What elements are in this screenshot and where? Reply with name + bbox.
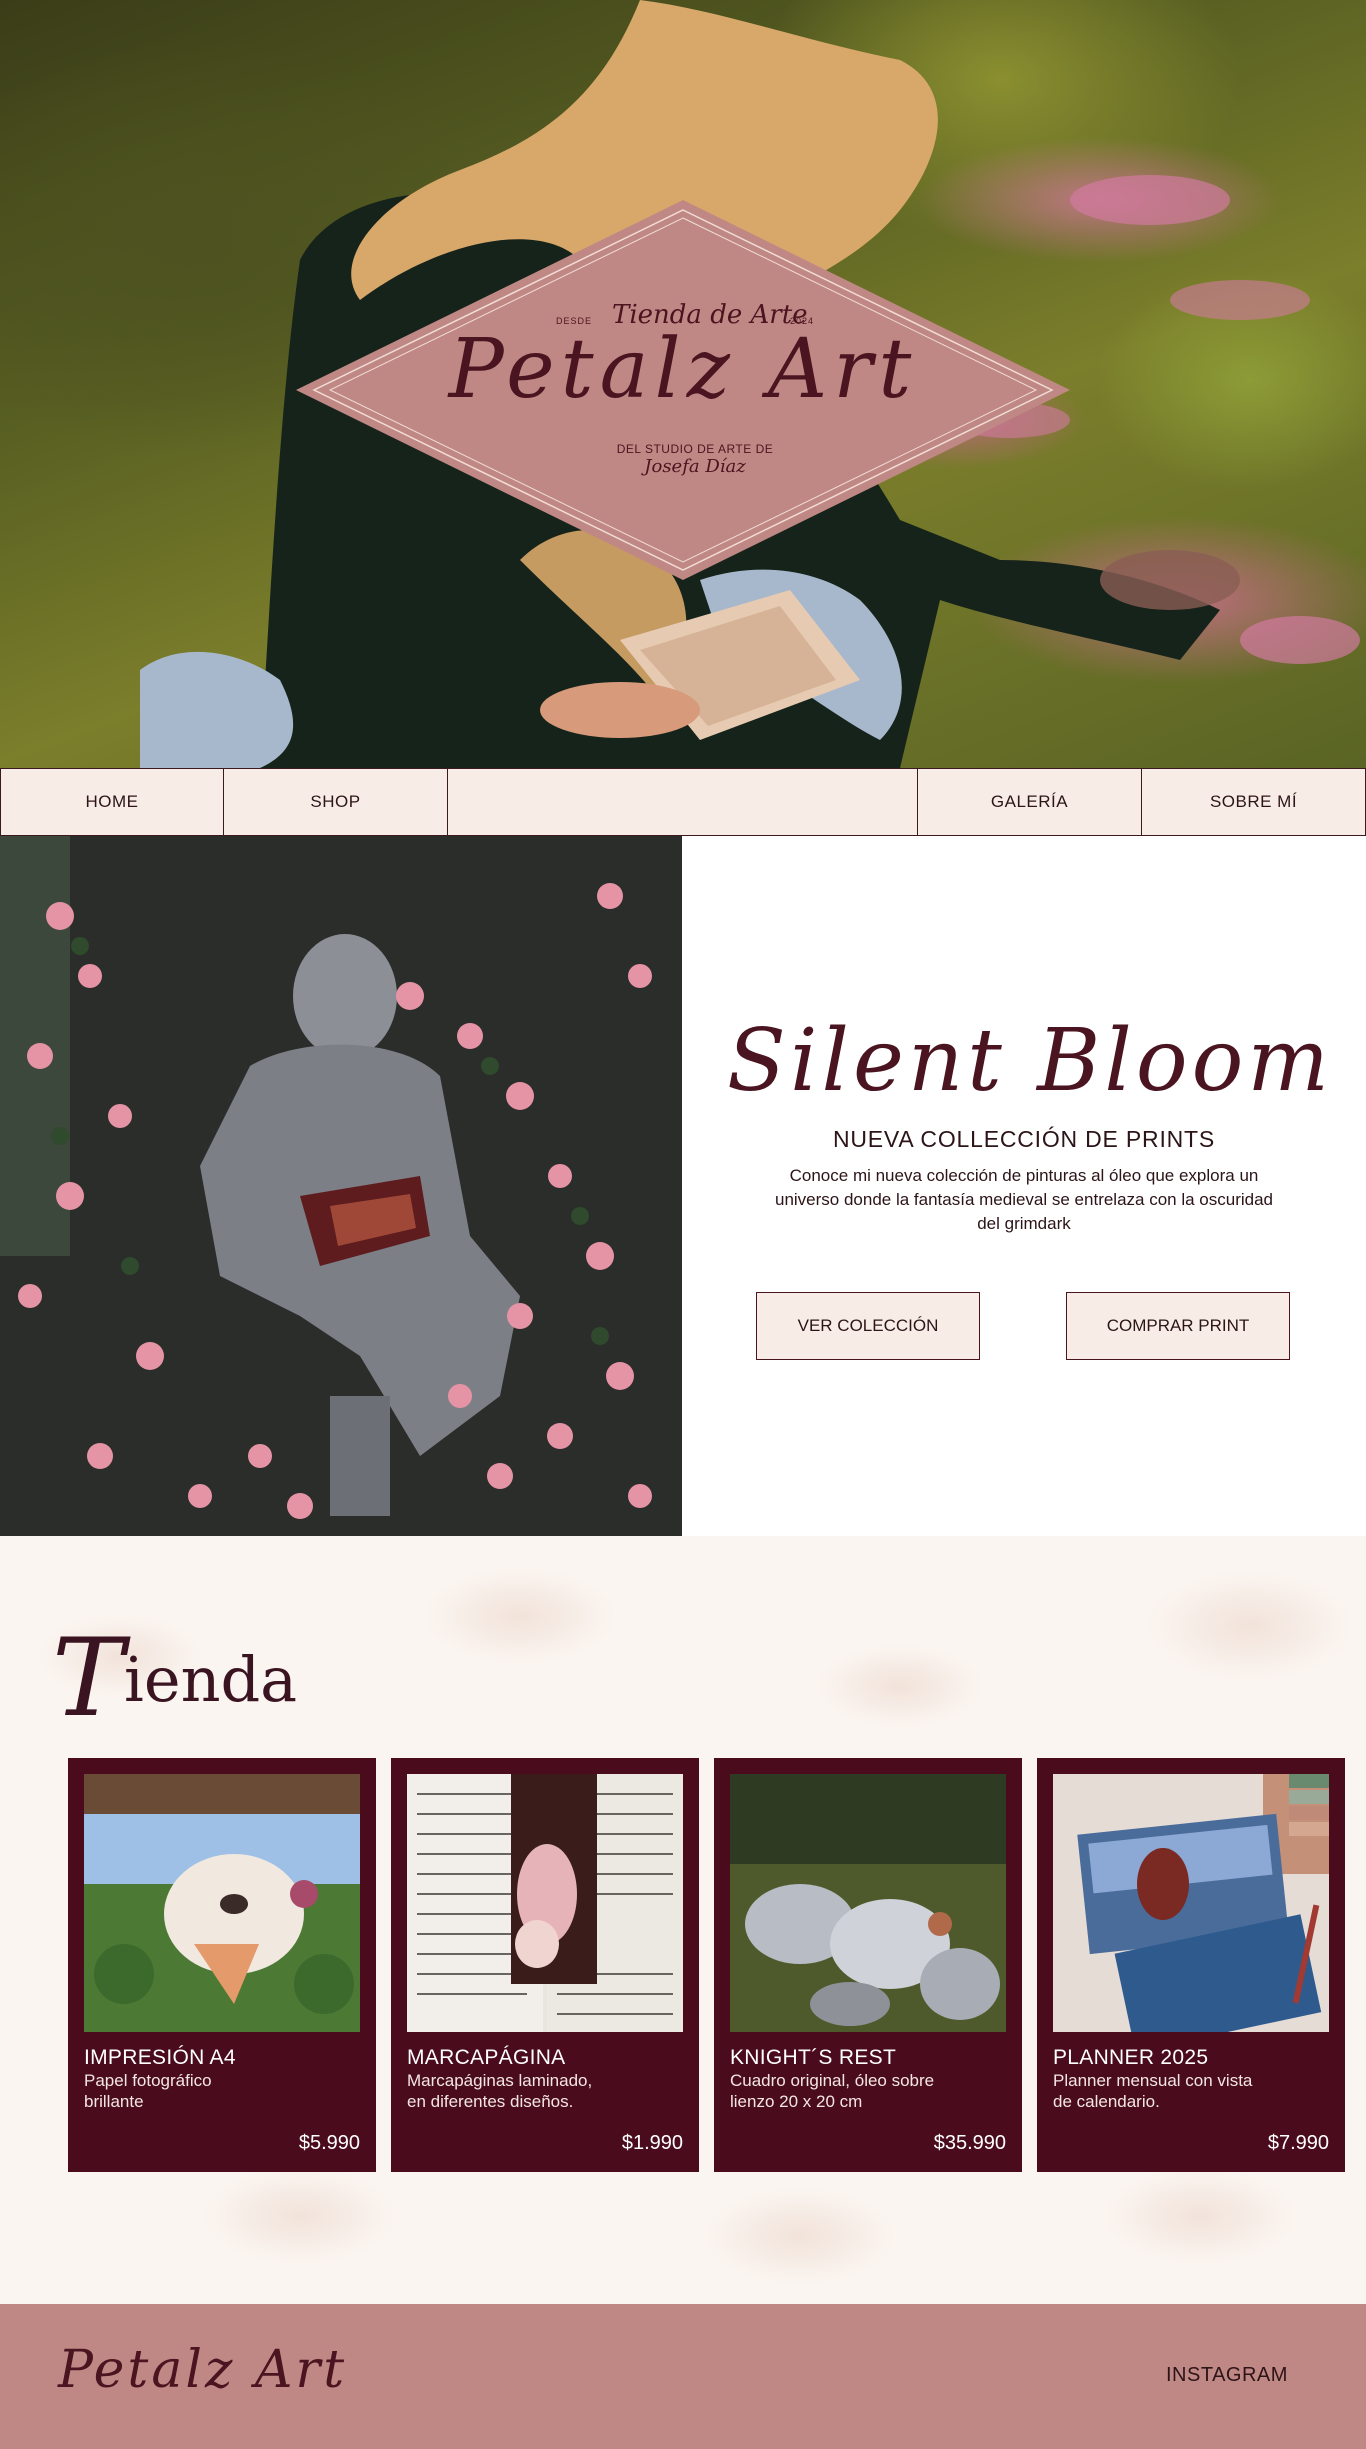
product-card-knights-rest[interactable]: KNIGHT´S REST Cuadro original, óleo sobr… — [714, 1758, 1022, 2172]
product-image — [407, 1774, 683, 2032]
shop-section: Tienda IMPRESIÓN A4 Papel fotográfico br… — [0, 1536, 1366, 2304]
product-description: Papel fotográfico brillante — [84, 2070, 354, 2112]
product-name: MARCAPÁGINA — [407, 2046, 566, 2069]
product-description: Planner mensual con vista de calendario. — [1053, 2070, 1323, 2112]
product-desc-line: brillante — [84, 2092, 144, 2111]
knight-roses-painting — [0, 836, 682, 1536]
product-name: PLANNER 2025 — [1053, 2046, 1209, 2069]
product-price: $5.990 — [298, 2132, 360, 2154]
product-desc-line: lienzo 20 x 20 cm — [730, 2092, 863, 2111]
product-price: $35.990 — [933, 2132, 1006, 2154]
product-image — [730, 1774, 1006, 2032]
product-image — [84, 1774, 360, 2032]
shop-title-rest: ienda — [124, 1643, 298, 1716]
feature-section: Silent Bloom NUEVA COLLECCIÓN DE PRINTS … — [0, 836, 1366, 1536]
product-card-impresion[interactable]: IMPRESIÓN A4 Papel fotográfico brillante… — [68, 1758, 376, 2172]
product-desc-line: en diferentes diseños. — [407, 2092, 574, 2111]
product-grid: IMPRESIÓN A4 Papel fotográfico brillante… — [68, 1758, 1348, 2172]
feature-title: Silent Bloom — [727, 1011, 1333, 1111]
product-description: Cuadro original, óleo sobre lienzo 20 x … — [730, 2070, 1000, 2112]
instagram-link[interactable]: INSTAGRAM — [1166, 2364, 1288, 2387]
nav-shop[interactable]: SHOP — [224, 769, 448, 835]
product-price: $7.990 — [1267, 2132, 1329, 2154]
product-desc-line: Papel fotográfico — [84, 2071, 212, 2090]
product-desc-line: Marcapáginas laminado, — [407, 2071, 593, 2090]
logo-artist: Josefa Díaz — [644, 456, 746, 477]
site-footer: Petalz Art INSTAGRAM — [0, 2304, 1366, 2449]
feature-subtitle: NUEVA COLLECCIÓN DE PRINTS — [832, 1126, 1216, 1152]
main-nav: HOME SHOP GALERÍA SOBRE MÍ — [0, 768, 1366, 836]
logo-studio-line: DEL STUDIO DE ARTE DE — [616, 442, 774, 456]
ver-coleccion-button[interactable]: VER COLECCIÓN — [756, 1292, 980, 1360]
shop-title-cap: T — [52, 1616, 125, 1741]
product-card-planner[interactable]: PLANNER 2025 Planner mensual con vista d… — [1037, 1758, 1345, 2172]
feature-description: Conoce mi nueva colección de pinturas al… — [774, 1166, 1274, 1233]
logo-title: Petalz Art — [448, 322, 918, 417]
footer-logo[interactable]: Petalz Art — [58, 2340, 347, 2400]
nav-galeria[interactable]: GALERÍA — [918, 769, 1142, 835]
product-image — [1053, 1774, 1329, 2032]
product-description: Marcapáginas laminado, en diferentes dis… — [407, 2070, 677, 2112]
nav-spacer — [448, 769, 918, 835]
product-name: KNIGHT´S REST — [730, 2046, 897, 2069]
product-card-marcapagina[interactable]: MARCAPÁGINA Marcapáginas laminado, en di… — [391, 1758, 699, 2172]
product-desc-line: de calendario. — [1053, 2092, 1160, 2111]
product-desc-line: Cuadro original, óleo sobre — [730, 2071, 935, 2090]
product-price: $1.990 — [621, 2132, 683, 2154]
comprar-print-button[interactable]: COMPRAR PRINT — [1066, 1292, 1290, 1360]
nav-sobre-mi[interactable]: SOBRE MÍ — [1142, 769, 1366, 835]
product-name: IMPRESIÓN A4 — [84, 2046, 236, 2069]
shop-title: Tienda — [52, 1616, 297, 1741]
feature-text-block: Silent Bloom NUEVA COLLECCIÓN DE PRINTS … — [682, 836, 1366, 1536]
nav-home[interactable]: HOME — [0, 769, 224, 835]
product-desc-line: Planner mensual con vista — [1053, 2071, 1253, 2090]
hero-banner: DESDE Tienda de Arte 2024 Petalz Art DEL… — [0, 0, 1366, 768]
